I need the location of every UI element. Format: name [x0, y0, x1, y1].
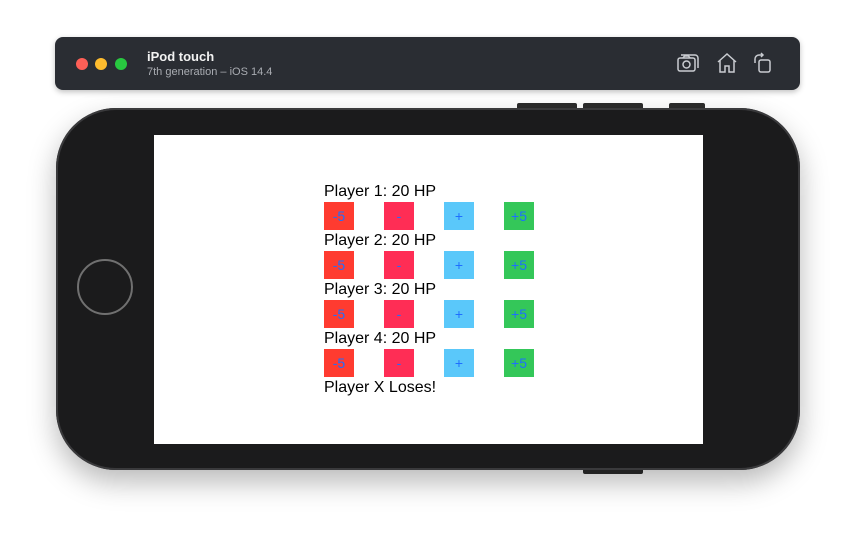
minus-five-button[interactable]: -5 [324, 251, 354, 279]
plus-one-button[interactable]: + [444, 300, 474, 328]
player-hp-label: Player 2: 20 HP [324, 232, 437, 249]
hp-button-row: -5 - + +5 [324, 251, 534, 279]
player-block: Player 3: 20 HP -5 - + +5 [324, 279, 534, 328]
device-name: iPod touch [147, 49, 215, 64]
minus-one-button[interactable]: - [384, 251, 414, 279]
player-hp-label: Player 3: 20 HP [324, 281, 437, 298]
minus-one-button[interactable]: - [384, 349, 414, 377]
hp-button-row: -5 - + +5 [324, 300, 534, 328]
player-block: Player 2: 20 HP -5 - + +5 [324, 230, 534, 279]
window-close-button[interactable] [76, 58, 88, 70]
player-hp-label: Player 1: 20 HP [324, 183, 437, 200]
plus-one-button[interactable]: + [444, 251, 474, 279]
player-block: Player 4: 20 HP -5 - + +5 [324, 328, 534, 377]
rotate-icon[interactable] [751, 51, 775, 75]
player-hp-label: Player 4: 20 HP [324, 330, 437, 347]
simulator-titlebar: iPod touch 7th generation – iOS 14.4 [55, 37, 800, 90]
plus-five-button[interactable]: +5 [504, 251, 534, 279]
device-home-button[interactable] [77, 259, 133, 315]
hp-button-row: -5 - + +5 [324, 202, 534, 230]
player-block: Player 1: 20 HP -5 - + +5 [324, 181, 534, 230]
plus-five-button[interactable]: +5 [504, 300, 534, 328]
window-zoom-button[interactable] [115, 58, 127, 70]
minus-one-button[interactable]: - [384, 202, 414, 230]
plus-one-button[interactable]: + [444, 349, 474, 377]
window-minimize-button[interactable] [95, 58, 107, 70]
app-content: Player 1: 20 HP -5 - + +5 Player 2: 20 H… [324, 181, 534, 398]
plus-five-button[interactable]: +5 [504, 202, 534, 230]
plus-one-button[interactable]: + [444, 202, 474, 230]
minus-five-button[interactable]: -5 [324, 300, 354, 328]
minus-five-button[interactable]: -5 [324, 202, 354, 230]
plus-five-button[interactable]: +5 [504, 349, 534, 377]
minus-one-button[interactable]: - [384, 300, 414, 328]
device-screen: Player 1: 20 HP -5 - + +5 Player 2: 20 H… [154, 135, 703, 444]
hp-button-row: -5 - + +5 [324, 349, 534, 377]
device-subtitle: 7th generation – iOS 14.4 [147, 66, 273, 78]
minus-five-button[interactable]: -5 [324, 349, 354, 377]
screenshot-icon[interactable] [676, 51, 700, 75]
game-status-text: Player X Loses! [324, 379, 437, 396]
home-icon[interactable] [715, 51, 739, 75]
